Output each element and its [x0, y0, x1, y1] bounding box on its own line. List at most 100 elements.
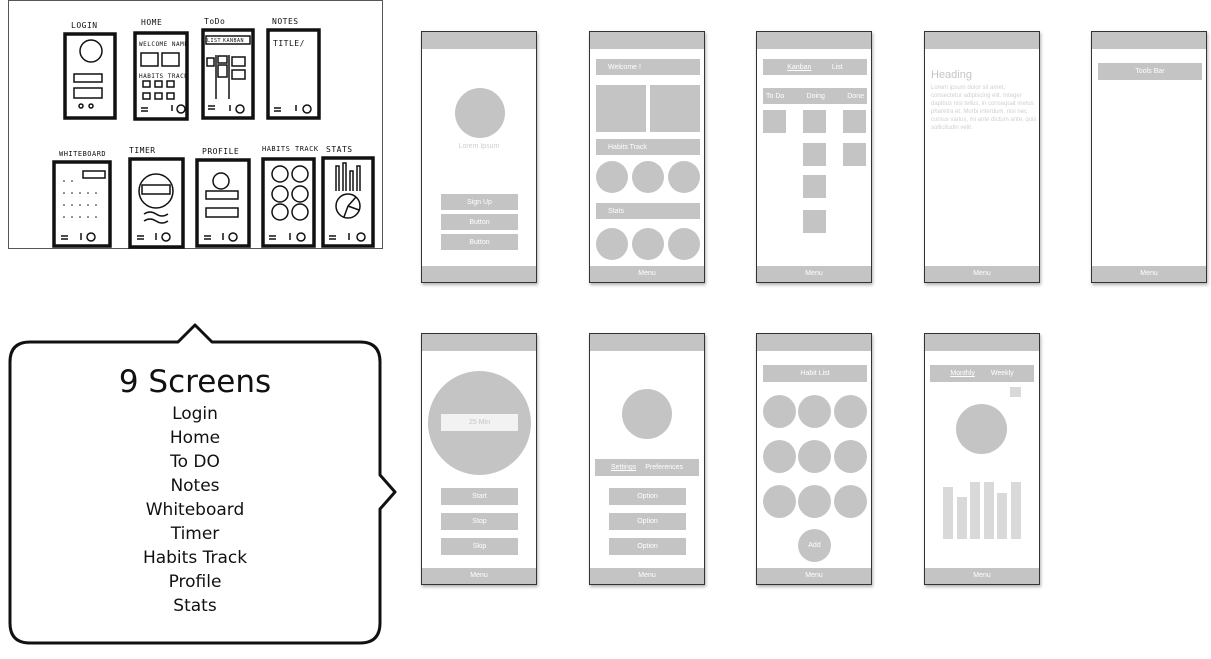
avatar-placeholder	[455, 88, 505, 138]
stop-button[interactable]: Stop	[441, 513, 518, 530]
kanban-card[interactable]	[803, 210, 826, 233]
stats-pie-placeholder	[956, 404, 1007, 454]
menu-bar[interactable]: Menu	[757, 568, 871, 584]
stat-circle[interactable]	[596, 228, 628, 260]
habit-circle[interactable]	[834, 395, 867, 428]
tab-monthly[interactable]: Monthly	[950, 370, 975, 377]
menu-bar[interactable]: Menu	[925, 266, 1039, 282]
summary-item: Timer	[170, 524, 220, 544]
note-heading[interactable]: Heading	[931, 69, 972, 81]
skip-button[interactable]: Skip	[441, 538, 518, 555]
option-button[interactable]: Option	[609, 538, 686, 555]
kanban-card[interactable]	[763, 110, 786, 133]
status-bar	[590, 334, 704, 351]
menu-bar[interactable]: Menu	[422, 568, 536, 584]
wireframe-stats: Monthly Weekly Menu	[924, 333, 1040, 585]
column-todo: To Do	[766, 92, 785, 100]
status-bar	[757, 32, 871, 49]
habit-circle[interactable]	[632, 161, 664, 193]
wireframe-login: Lorem Ipsum Sign Up Button Button	[421, 31, 537, 283]
tab-weekly[interactable]: Weekly	[991, 370, 1014, 377]
stats-bar	[956, 496, 967, 539]
stat-circle[interactable]	[632, 228, 664, 260]
home-card[interactable]	[596, 85, 646, 132]
column-done: Done	[847, 92, 864, 100]
bottom-bar	[422, 266, 536, 282]
habit-circle[interactable]	[668, 161, 700, 193]
status-bar	[925, 334, 1039, 351]
tab-settings[interactable]: Settings	[611, 464, 636, 471]
profile-avatar	[622, 389, 672, 439]
option-button[interactable]: Option	[609, 488, 686, 505]
period-tabs: Monthly Weekly	[930, 365, 1034, 382]
stats-header: Stats	[596, 203, 700, 219]
habit-circle[interactable]	[798, 395, 831, 428]
habit-circle[interactable]	[763, 485, 796, 518]
menu-bar[interactable]: Menu	[925, 568, 1039, 584]
summary-item: Profile	[168, 572, 222, 592]
habit-circle[interactable]	[763, 395, 796, 428]
menu-bar[interactable]: Menu	[757, 266, 871, 282]
stats-bar	[983, 481, 994, 539]
summary-item: Whiteboard	[145, 500, 245, 520]
note-body[interactable]: Lorem ipsum dolor sit amet, consectetur …	[931, 84, 1037, 132]
kanban-columns-header: To Do Doing Done	[763, 88, 867, 104]
tab-kanban[interactable]: Kanban	[787, 64, 811, 71]
summary-item: To DO	[170, 452, 220, 472]
stats-bar	[1010, 481, 1021, 539]
summary-item: Habits Track	[142, 548, 248, 568]
stats-option-square[interactable]	[1010, 387, 1021, 397]
summary-item: Notes	[170, 476, 220, 496]
profile-tabs: Settings Preferences	[595, 459, 699, 476]
welcome-banner: Welcome !	[596, 59, 700, 75]
sign-up-button[interactable]: Sign Up	[441, 194, 518, 210]
habits-track-header: Habits Track	[596, 139, 700, 155]
status-bar	[1092, 32, 1206, 49]
start-button[interactable]: Start	[441, 488, 518, 505]
habit-circle[interactable]	[763, 440, 796, 473]
wireframe-timer: 25 Min Start Stop Skip Menu	[421, 333, 537, 585]
login-button[interactable]: Button	[441, 214, 518, 230]
sketch-image: LOGIN HOME ToDo NOTES WHITEBOARD TIMER P…	[8, 0, 383, 249]
tools-bar[interactable]: Tools Bar	[1098, 63, 1202, 80]
menu-bar[interactable]: Menu	[590, 266, 704, 282]
login-caption: Lorem Ipsum	[458, 143, 500, 150]
add-habit-button[interactable]: Add	[798, 529, 831, 562]
habit-circle[interactable]	[834, 440, 867, 473]
menu-bar[interactable]: Menu	[590, 568, 704, 584]
tab-preferences[interactable]: Preferences	[645, 464, 683, 471]
login-button[interactable]: Button	[441, 234, 518, 250]
stats-bar	[997, 493, 1007, 539]
status-bar	[590, 32, 704, 49]
stat-circle[interactable]	[668, 228, 700, 260]
tab-list[interactable]: List	[832, 64, 843, 71]
habit-circle[interactable]	[798, 485, 831, 518]
summary-item: Home	[169, 428, 221, 448]
kanban-card[interactable]	[843, 110, 866, 133]
stats-bar-chart	[943, 479, 1023, 539]
kanban-card[interactable]	[843, 143, 866, 166]
habit-circle[interactable]	[798, 440, 831, 473]
wireframe-profile: Settings Preferences Option Option Optio…	[589, 333, 705, 585]
wireframe-home: Welcome ! Habits Track Stats Menu	[589, 31, 705, 283]
option-button[interactable]: Option	[609, 513, 686, 530]
kanban-card[interactable]	[803, 143, 826, 166]
habit-circle[interactable]	[834, 485, 867, 518]
status-bar	[422, 334, 536, 351]
status-bar	[422, 32, 536, 49]
habit-list-header: Habit List	[763, 365, 867, 382]
habit-circle[interactable]	[596, 161, 628, 193]
kanban-card[interactable]	[803, 175, 826, 198]
status-bar	[925, 32, 1039, 49]
summary-title: 9 Screens	[118, 364, 272, 400]
menu-bar[interactable]: Menu	[1092, 266, 1206, 282]
wireframe-notes: Heading Lorem ipsum dolor sit amet, cons…	[924, 31, 1040, 283]
summary-item: Stats	[173, 596, 217, 616]
stats-bar	[970, 481, 980, 539]
kanban-card[interactable]	[803, 110, 826, 133]
sketch-drawing	[52, 28, 375, 249]
home-card[interactable]	[650, 85, 700, 132]
stats-bar	[943, 486, 953, 539]
wireframe-habits: Habit List Add Menu	[756, 333, 872, 585]
status-bar	[757, 334, 871, 351]
